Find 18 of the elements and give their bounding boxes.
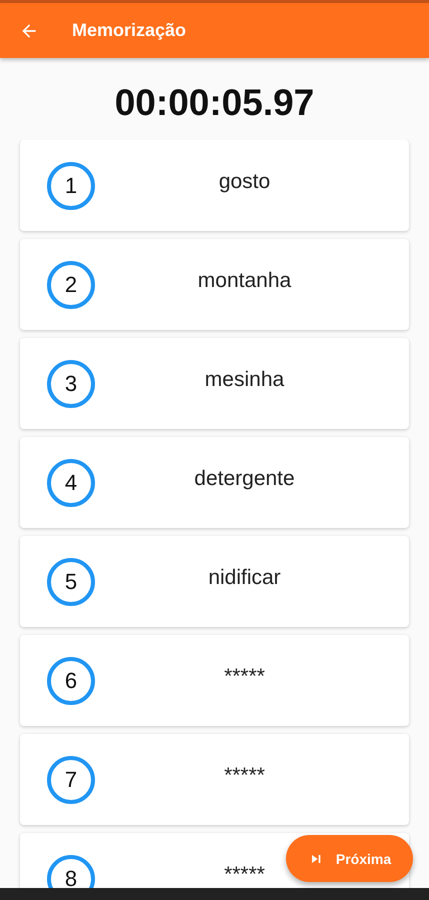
word-text: ***** — [223, 863, 266, 887]
word-text: detergente — [193, 467, 296, 491]
number-circle: 7 — [47, 756, 95, 804]
word-text: nidificar — [207, 566, 282, 590]
timer-display: 00:00:05.97 — [114, 81, 316, 125]
number-circle: 6 — [47, 657, 95, 705]
number-circle: 1 — [47, 162, 95, 210]
word-text: ***** — [223, 665, 266, 689]
word-text: gosto — [218, 170, 272, 194]
screen-title: Memorização — [72, 20, 186, 41]
next-button[interactable]: Próxima — [286, 835, 413, 882]
number-circle: 5 — [47, 558, 95, 606]
number-circle: 4 — [47, 459, 95, 507]
number-circle: 3 — [47, 360, 95, 408]
word-text: mesinha — [204, 368, 286, 392]
word-text: ***** — [223, 764, 266, 788]
number-circle: 2 — [47, 261, 95, 309]
word-text: montanha — [196, 269, 292, 293]
